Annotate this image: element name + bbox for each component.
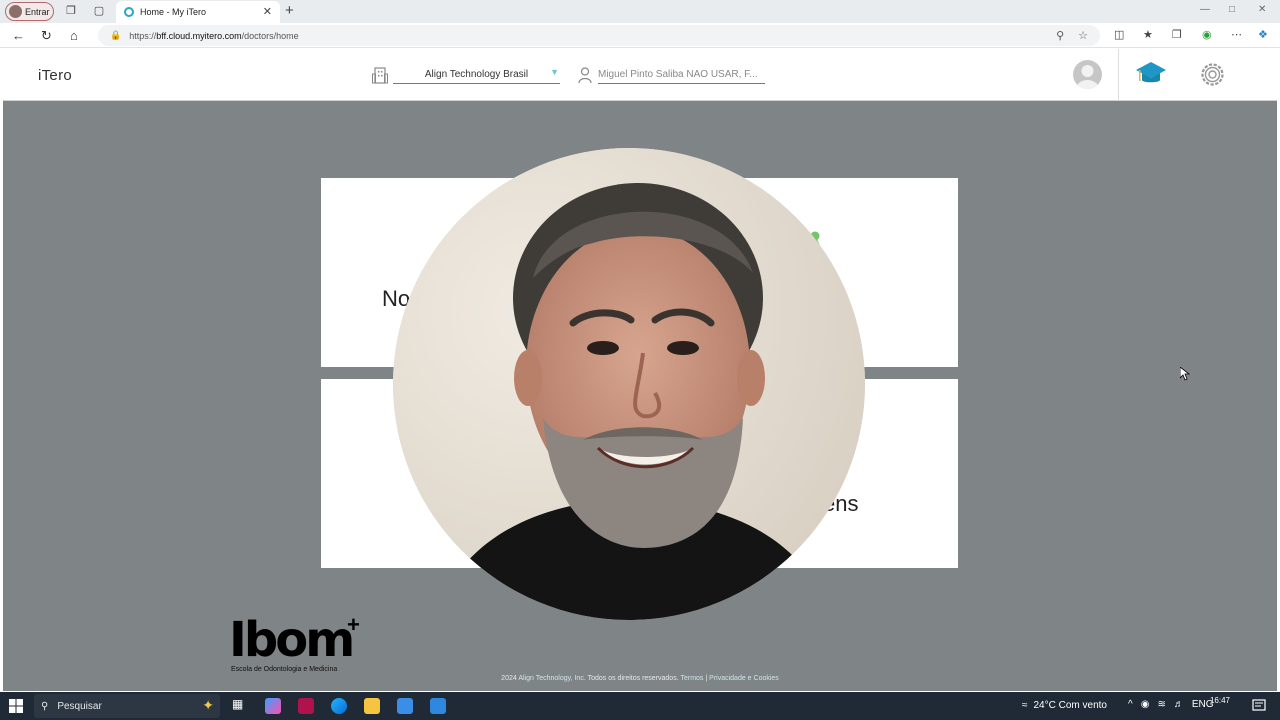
brand-subtitle: Escola de Odontologia e Medicina: [231, 666, 338, 673]
new-tab-icon[interactable]: +: [285, 2, 294, 19]
doctor-icon: [578, 67, 592, 83]
volume-icon[interactable]: ♬: [1174, 699, 1184, 710]
notification-icon[interactable]: [1252, 699, 1266, 713]
presenter-video: [393, 148, 865, 620]
file-explorer-icon[interactable]: [364, 698, 380, 714]
browser-toolbar: ← ↻ ⌂ 🔒 https://bff.cloud.myitero.com/do…: [0, 23, 1280, 48]
footer-terms-link[interactable]: Termos: [680, 675, 703, 682]
favorite-star-icon[interactable]: ☆: [1078, 29, 1088, 42]
person-icon: [1076, 65, 1099, 89]
network-icon[interactable]: ◉: [1141, 699, 1150, 710]
user-avatar[interactable]: [1073, 60, 1102, 89]
footer-company-link[interactable]: Align Technology, Inc.: [518, 675, 585, 682]
search-label: Pesquisar: [57, 700, 102, 712]
key-icon[interactable]: ⚲: [1056, 29, 1064, 42]
tab-title: Home - My iTero: [140, 7, 207, 17]
clock[interactable]: 16:47: [1200, 696, 1240, 705]
footer-rights: Todos os direitos reservados.: [587, 675, 679, 682]
header-divider: [1118, 49, 1119, 101]
url-text: https://bff.cloud.myitero.com/doctors/ho…: [129, 30, 299, 41]
store-icon[interactable]: [397, 698, 413, 714]
close-window-icon[interactable]: ✕: [1258, 4, 1266, 15]
itero-logo[interactable]: iTero: [38, 67, 72, 84]
favorites-icon[interactable]: ★: [1143, 28, 1153, 41]
home-icon[interactable]: ⌂: [70, 28, 78, 43]
wifi-icon[interactable]: ≋: [1157, 699, 1165, 710]
brand-plus: +: [347, 612, 360, 637]
mail-icon[interactable]: [430, 698, 446, 714]
itero-header: iTero Align Technology Brasil ▼ Miguel P…: [3, 49, 1277, 101]
tab-home-myitero[interactable]: Home - My iTero ✕: [116, 1, 280, 23]
main-overlay: No ens Ibom + Escola de Odontologia e Me…: [3, 101, 1277, 691]
search-icon: ⚲: [41, 700, 49, 712]
webcam-overlay: [393, 148, 865, 620]
restore-icon[interactable]: □: [1229, 4, 1235, 15]
profile-label: Entrar: [25, 6, 50, 17]
edge-browser-icon[interactable]: [331, 698, 347, 714]
ibom-logo: Ibom + Escola de Odontologia e Medicina: [229, 612, 369, 676]
weather-widget[interactable]: ≈ 24°C Com vento: [1022, 700, 1107, 711]
sparkle-icon: ✦: [202, 697, 214, 713]
collections-icon[interactable]: ❐: [1172, 28, 1182, 41]
media-app-icon[interactable]: [298, 698, 314, 714]
practice-select[interactable]: Align Technology Brasil ▼: [393, 64, 560, 84]
wind-icon: ≈: [1022, 700, 1028, 711]
footer-separator: |: [705, 675, 708, 682]
extension-icon[interactable]: ◉: [1202, 28, 1212, 41]
close-tab-icon[interactable]: ✕: [263, 5, 272, 18]
browser-tabstrip: Entrar ❐ ▢ Home - My iTero ✕ + — □ ✕: [0, 0, 1280, 23]
windows-taskbar: ⚲ Pesquisar ✦ ▦ ≈ 24°C Com vento ^ ◉ ≋ ♬…: [0, 692, 1280, 720]
footer-privacy-link[interactable]: Privacidade e Cookies: [709, 675, 779, 682]
lock-icon: 🔒: [110, 30, 122, 40]
footer: 2024 Align Technology, Inc. Todos os dir…: [3, 675, 1277, 682]
doctor-select[interactable]: Miguel Pinto Saliba NAO USAR, F...: [598, 64, 765, 84]
chevron-down-icon: ▼: [550, 67, 559, 77]
workspaces-icon[interactable]: ❐: [64, 4, 78, 18]
profile-avatar-icon: [9, 5, 22, 18]
footer-year: 2024: [501, 675, 517, 682]
practice-value: Align Technology Brasil: [424, 69, 529, 80]
building-icon: [372, 67, 388, 84]
taskbar-search[interactable]: ⚲ Pesquisar ✦: [34, 694, 220, 718]
weather-text: 24°C Com vento: [1033, 700, 1107, 711]
brand-name: Ibom: [229, 612, 355, 668]
split-screen-icon[interactable]: ◫: [1114, 28, 1124, 41]
more-menu-icon[interactable]: ⋯: [1231, 28, 1242, 41]
refresh-icon[interactable]: ↻: [41, 28, 52, 44]
chevron-up-icon[interactable]: ^: [1128, 699, 1133, 710]
minimize-icon[interactable]: —: [1200, 4, 1210, 15]
itero-favicon-icon: [124, 7, 134, 17]
task-view-icon[interactable]: ▦: [232, 697, 248, 713]
windows-start-icon[interactable]: [9, 699, 23, 713]
gear-icon[interactable]: [1198, 60, 1227, 89]
address-bar[interactable]: 🔒 https://bff.cloud.myitero.com/doctors/…: [98, 25, 1100, 46]
copilot-icon[interactable]: ❖: [1258, 28, 1268, 41]
graduation-cap-icon[interactable]: [1135, 59, 1167, 89]
copilot-app-icon[interactable]: [265, 698, 281, 714]
back-icon[interactable]: ←: [12, 28, 25, 43]
tab-actions-icon[interactable]: ▢: [92, 4, 106, 18]
profile-button[interactable]: Entrar: [5, 2, 54, 21]
mouse-cursor-icon: [1180, 367, 1190, 381]
